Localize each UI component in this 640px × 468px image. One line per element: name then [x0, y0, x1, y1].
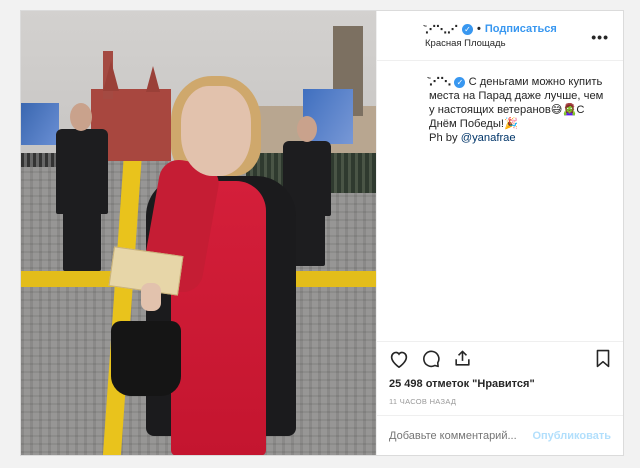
post-photo[interactable] [21, 11, 376, 455]
verified-badge-icon: ✓ [462, 23, 473, 35]
photo-tower [103, 61, 119, 91]
photo-guard-left [56, 129, 108, 214]
caption-username[interactable]: ᷅⋰⋱ [429, 76, 451, 88]
photo-banner-left [21, 103, 59, 145]
post-header: ᷅⋰⋱⋰ ✓ • Подписаться Красная Площадь ••• [377, 11, 623, 61]
caption-credit-link[interactable]: @yanafrae [461, 132, 516, 144]
follow-button[interactable]: Подписаться [485, 23, 557, 35]
action-bar [377, 341, 623, 375]
location-link[interactable]: Красная Площадь [425, 38, 557, 49]
header-username[interactable]: ᷅⋰⋱⋰ [425, 23, 458, 36]
photo-guard-head [70, 103, 92, 131]
share-icon[interactable] [453, 349, 472, 368]
more-options-icon[interactable]: ••• [591, 29, 609, 45]
heart-icon[interactable] [389, 350, 409, 368]
post-card: ᷅⋰⋱⋰ ✓ • Подписаться Красная Площадь •••… [20, 10, 624, 456]
post-caption: ᷅⋰⋱ ✓ С деньгами можно купить места на П… [377, 61, 623, 455]
likes-count[interactable]: 25 498 отметок "Нравится" [389, 378, 535, 390]
photo-guard-head [297, 116, 317, 142]
separator-dot: • [477, 23, 481, 35]
publish-button[interactable]: Опубликовать [532, 430, 611, 442]
comment-bar: Опубликовать [377, 415, 623, 455]
photo-face [181, 86, 251, 176]
bookmark-icon[interactable] [595, 349, 611, 368]
comment-input[interactable] [389, 429, 533, 442]
header-text: ᷅⋰⋱⋰ ✓ • Подписаться Красная Площадь [425, 23, 557, 49]
photo-hand [141, 283, 161, 311]
post-sidebar: ᷅⋰⋱⋰ ✓ • Подписаться Красная Площадь •••… [376, 11, 623, 455]
header-user-line: ᷅⋰⋱⋰ ✓ • Подписаться [425, 23, 557, 36]
verified-badge-icon: ✓ [454, 77, 466, 88]
photo-bag [111, 321, 181, 396]
post-time[interactable]: 11 ЧАСОВ НАЗАД [389, 397, 456, 406]
caption-credit-prefix: Ph by [429, 132, 461, 144]
photo-tower [146, 66, 160, 92]
photo-guard-left-legs [63, 211, 101, 271]
comment-icon[interactable] [421, 349, 441, 368]
